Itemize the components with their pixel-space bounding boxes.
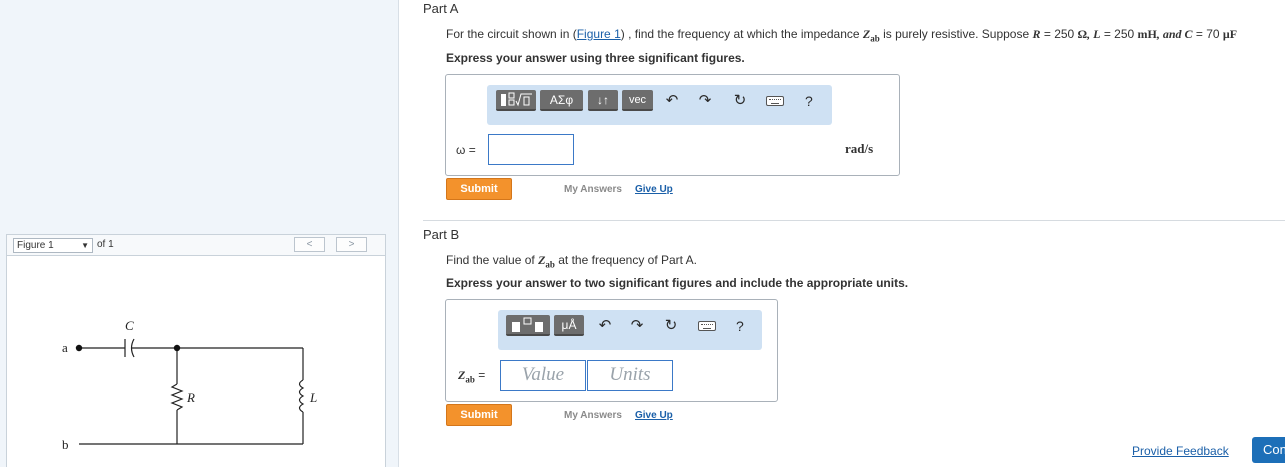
part-a-my-answers-label: My Answers xyxy=(564,184,622,195)
vector-button[interactable]: vec xyxy=(622,90,653,111)
figure-1-link[interactable]: Figure 1 xyxy=(577,27,621,41)
part-a-instruction: Express your answer using three signific… xyxy=(446,51,745,65)
continue-button[interactable]: Continue xyxy=(1252,437,1285,463)
part-separator xyxy=(423,220,1285,221)
fraction-root-templates-icon xyxy=(501,92,532,107)
keyboard-icon[interactable] xyxy=(766,96,784,106)
node-b-label: b xyxy=(62,437,69,452)
part-b-instruction: Express your answer to two significant f… xyxy=(446,276,909,290)
redo-icon[interactable]: ↷ xyxy=(627,316,647,336)
part-b-give-up-link[interactable]: Give Up xyxy=(635,410,673,421)
figure-toolbar: Figure 1 ▼ of 1 < > xyxy=(6,234,386,256)
part-b-answer-box: μÅ ↶ ↷ ↻ ? Zab = Value Units xyxy=(445,299,778,402)
reset-icon[interactable]: ↻ xyxy=(661,316,681,336)
figure-select[interactable]: Figure 1 ▼ xyxy=(13,238,93,253)
node-a-label: a xyxy=(62,340,68,355)
omega-input[interactable] xyxy=(488,134,574,165)
figure-select-value: Figure 1 xyxy=(17,240,54,251)
figure-count: of 1 xyxy=(97,239,114,250)
circuit-diagram: a b C R L xyxy=(62,318,317,452)
reset-icon[interactable]: ↻ xyxy=(730,91,750,111)
resistor-label: R xyxy=(186,390,195,405)
part-a-math-toolbar: ΑΣφ ↓↑ vec ↶ ↷ ↻ ? xyxy=(487,85,832,125)
value-units-template-button[interactable] xyxy=(506,315,550,336)
part-b-prompt: Find the value of Zab at the frequency o… xyxy=(446,253,698,270)
figure-canvas: a b C R L xyxy=(6,256,386,467)
greek-symbols-button[interactable]: ΑΣφ xyxy=(540,90,583,111)
units-button[interactable]: μÅ xyxy=(554,315,584,336)
next-figure-button[interactable]: > xyxy=(336,237,367,252)
part-b-math-toolbar: μÅ ↶ ↷ ↻ ? xyxy=(498,310,762,350)
provide-feedback-link[interactable]: Provide Feedback xyxy=(1132,444,1229,458)
chevron-right-icon: > xyxy=(348,239,355,250)
chevron-left-icon: < xyxy=(306,239,313,250)
part-b-submit-button[interactable]: Submit xyxy=(446,404,512,426)
omega-label: ω = xyxy=(456,143,476,157)
help-button[interactable]: ? xyxy=(736,316,744,336)
templates-button[interactable] xyxy=(496,90,536,111)
terminal-a-dot xyxy=(75,344,83,352)
prev-figure-button[interactable]: < xyxy=(294,237,325,252)
resistor-zigzag xyxy=(170,383,184,411)
part-a-submit-button[interactable]: Submit xyxy=(446,178,512,200)
unit-label: rad/s xyxy=(845,141,874,156)
part-a-give-up-link[interactable]: Give Up xyxy=(635,184,673,195)
part-a-answer-box: ΑΣφ ↓↑ vec ↶ ↷ ↻ ? ω = rad/s xyxy=(445,74,900,176)
units-input[interactable]: Units xyxy=(587,360,673,391)
redo-icon[interactable]: ↷ xyxy=(695,91,715,111)
undo-icon[interactable]: ↶ xyxy=(595,316,615,336)
part-b-my-answers-label: My Answers xyxy=(564,410,622,421)
part-a-title: Part A xyxy=(423,1,459,16)
junction-dot xyxy=(173,344,181,352)
zab-label: Zab = xyxy=(458,368,486,385)
keyboard-icon[interactable] xyxy=(698,321,716,331)
capacitor-label: C xyxy=(125,318,134,333)
help-button[interactable]: ? xyxy=(805,91,813,111)
chevron-down-icon: ▼ xyxy=(81,241,89,250)
inductor-label: L xyxy=(309,390,317,405)
panel-divider xyxy=(398,0,399,467)
part-b-title: Part B xyxy=(423,227,460,242)
inductor-coil xyxy=(298,379,305,413)
subscript-superscript-button[interactable]: ↓↑ xyxy=(588,90,618,111)
value-units-template-icon xyxy=(512,317,543,332)
part-a-prompt: For the circuit shown in (Figure 1) , fi… xyxy=(446,27,1238,44)
undo-icon[interactable]: ↶ xyxy=(662,91,682,111)
value-input[interactable]: Value xyxy=(500,360,586,391)
